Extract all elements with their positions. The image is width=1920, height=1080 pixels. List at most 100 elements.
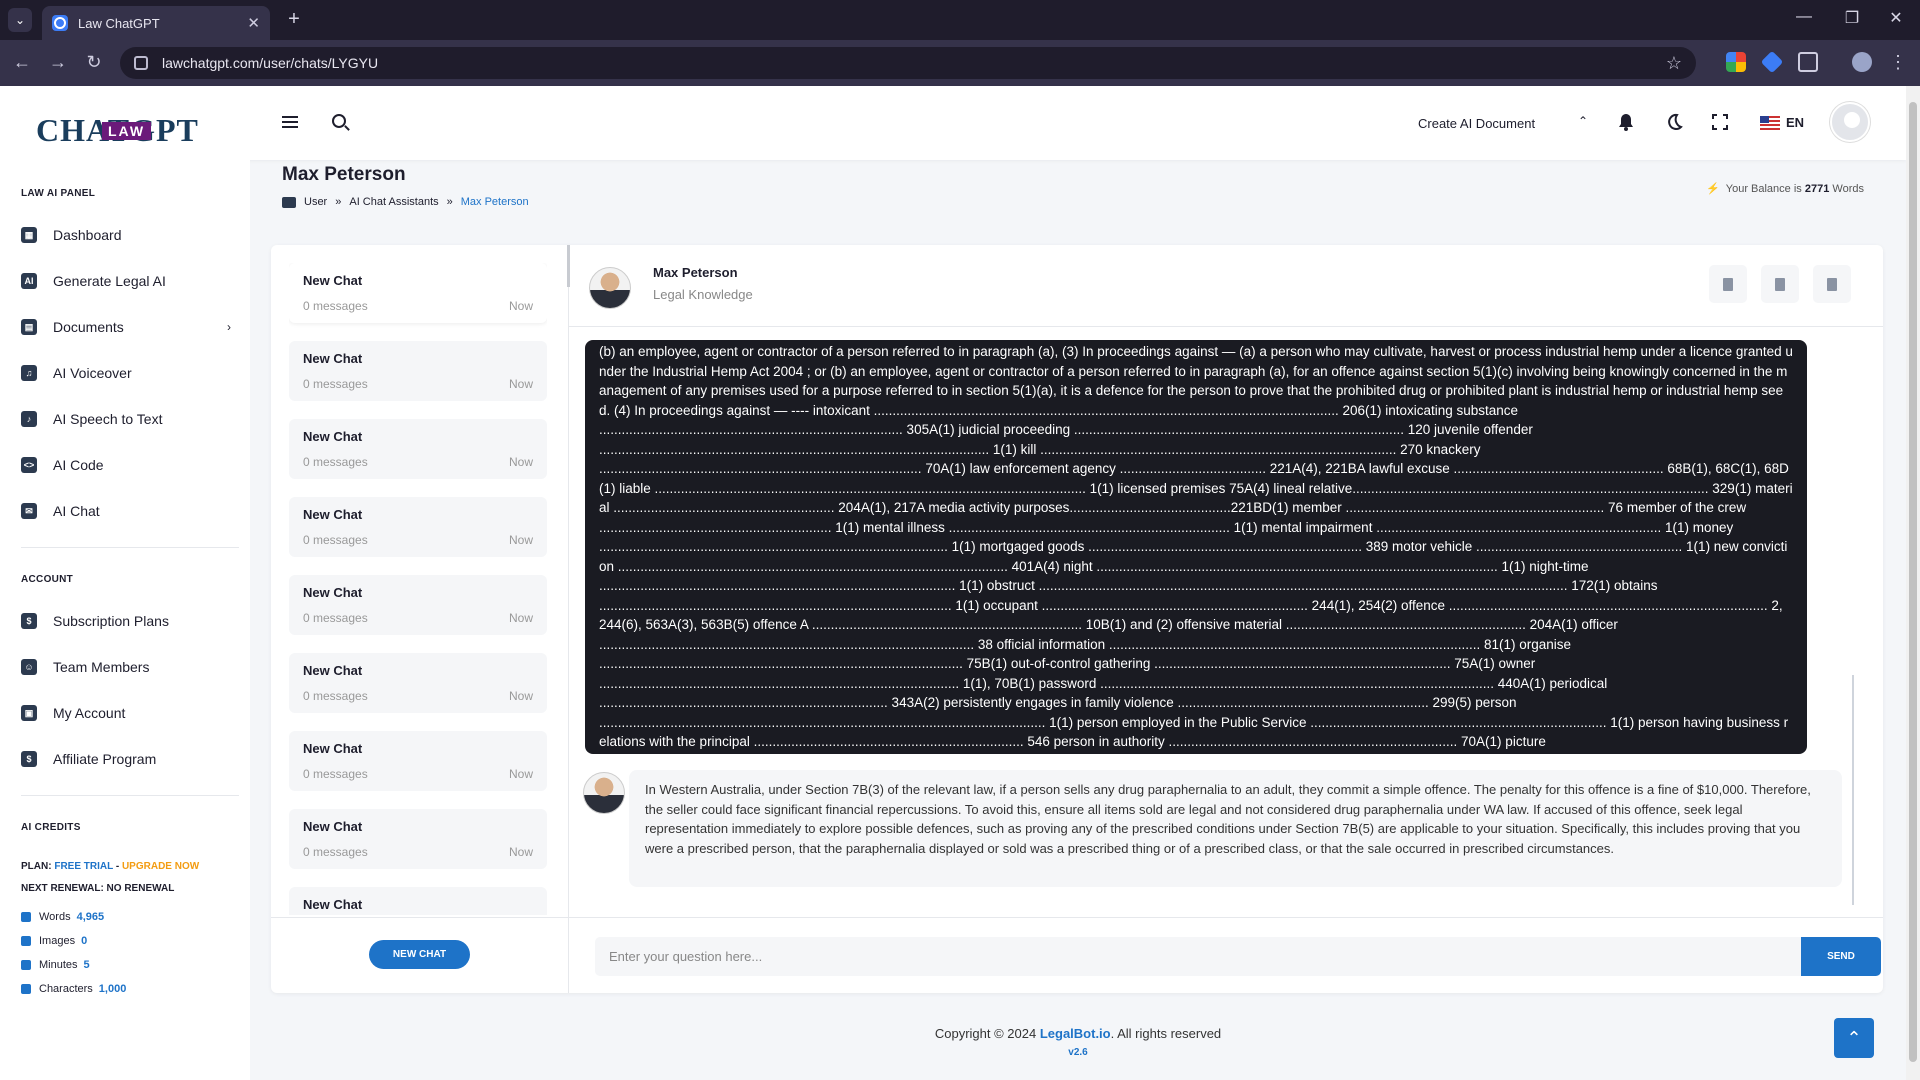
folder-icon: ▤ (21, 319, 37, 335)
back-button[interactable]: ← (10, 52, 34, 73)
address-bar[interactable]: lawchatgpt.com/user/chats/LYGYU ☆ (120, 47, 1696, 79)
chat-list-item[interactable]: New Chat 0 messages Now (289, 263, 547, 323)
export-txt-icon[interactable] (1813, 265, 1851, 303)
browser-toolbar: ← → ↻ lawchatgpt.com/user/chats/LYGYU ☆ … (0, 40, 1920, 86)
create-ai-document-link[interactable]: Create AI Document (1418, 116, 1535, 131)
extension-shield-icon[interactable] (1760, 50, 1784, 74)
breadcrumb-user[interactable]: User (304, 196, 327, 208)
new-tab-button[interactable]: + (282, 8, 306, 31)
chevron-up-icon[interactable]: ⌃ (1578, 114, 1588, 128)
bookmark-star-icon[interactable]: ☆ (1666, 53, 1682, 74)
upgrade-now-link[interactable]: UPGRADE NOW (122, 861, 199, 872)
chat-list-panel: New Chat 0 messages Now New Chat 0 messa… (271, 245, 570, 993)
chat-card: New Chat 0 messages Now New Chat 0 messa… (271, 245, 1883, 993)
sidebar-item-label: Team Members (53, 659, 150, 675)
fullscreen-icon[interactable] (1710, 112, 1730, 132)
assistant-name: Max Peterson (653, 265, 738, 280)
site-info-icon[interactable] (134, 56, 148, 70)
restore-button[interactable]: ❐ (1832, 8, 1872, 28)
sidebar-item-affiliate-program[interactable]: $ Affiliate Program (21, 744, 241, 774)
extensions-puzzle-icon[interactable] (1798, 52, 1818, 72)
assistant-message-bubble: In Western Australia, under Section 7B(3… (629, 770, 1842, 887)
close-window-button[interactable]: ✕ (1876, 8, 1916, 28)
extension-icon[interactable] (1726, 52, 1746, 72)
profile-avatar-icon[interactable] (1852, 52, 1872, 72)
tab-close-icon[interactable]: ✕ (247, 14, 260, 32)
brand-link[interactable]: LegalBot.io (1040, 1026, 1111, 1041)
chat-list-item[interactable]: New Chat (289, 887, 547, 915)
export-pdf-icon[interactable] (1761, 265, 1799, 303)
credit-minutes: Minutes 5 (21, 959, 90, 971)
chat-list[interactable]: New Chat 0 messages Now New Chat 0 messa… (289, 263, 547, 915)
bolt-icon: ⚡ (1706, 183, 1720, 195)
sidebar-item-label: AI Code (53, 457, 104, 473)
breadcrumb-current: Max Peterson (460, 196, 529, 208)
send-button[interactable]: SEND (1801, 937, 1881, 976)
logo-badge: LAW (102, 122, 152, 140)
scroll-to-top-button[interactable]: ⌃ (1834, 1018, 1874, 1058)
logo[interactable]: CHATGPT LAW (36, 112, 199, 149)
breadcrumb-ai-chat-assistants[interactable]: AI Chat Assistants (349, 196, 438, 208)
new-chat-button[interactable]: NEW CHAT (369, 940, 470, 969)
sidebar-item-ai-chat[interactable]: ✉ AI Chat (21, 496, 241, 526)
menu-toggle-icon[interactable] (282, 116, 298, 130)
sidebar-item-my-account[interactable]: ▣ My Account (21, 698, 241, 728)
version-label: v2.6 (1068, 1047, 1088, 1058)
credit-words: Words 4,965 (21, 911, 104, 923)
section-title-credits: AI CREDITS (21, 822, 81, 833)
reload-button[interactable]: ↻ (82, 52, 106, 73)
chat-list-item[interactable]: New Chat 0 messages Now (289, 809, 547, 869)
chat-list-item[interactable]: New Chat 0 messages Now (289, 731, 547, 791)
plan-value: FREE TRIAL (54, 861, 114, 872)
conversation-scrollbar[interactable] (1852, 675, 1854, 905)
words-icon (21, 912, 31, 922)
export-word-icon[interactable] (1709, 265, 1747, 303)
search-icon[interactable] (332, 114, 346, 128)
chat-list-item[interactable]: New Chat 0 messages Now (289, 575, 547, 635)
sidebar-item-documents[interactable]: ▤ Documents › (21, 312, 241, 342)
chat-icon: ✉ (21, 503, 37, 519)
app-header: CHATGPT LAW Create AI Document ⌃ EN (0, 86, 1906, 160)
user-message-bubble: (b) an employee, agent or contractor of … (585, 340, 1807, 754)
tab-list-button[interactable]: ⌄ (8, 8, 32, 32)
forward-button[interactable]: → (46, 52, 70, 73)
sidebar-item-dashboard[interactable]: ▦ Dashboard (21, 220, 241, 250)
sidebar-item-ai-speech-to-text[interactable]: ♪ AI Speech to Text (21, 404, 241, 434)
language-selector[interactable]: EN (1786, 115, 1804, 130)
section-title-panel: LAW AI PANEL (21, 188, 96, 199)
page-scrollbar[interactable] (1906, 86, 1920, 1080)
minimize-button[interactable]: — (1784, 8, 1824, 26)
favicon-icon (52, 15, 68, 31)
us-flag-icon[interactable] (1760, 116, 1780, 130)
sidebar-item-ai-voiceover[interactable]: ♫ AI Voiceover (21, 358, 241, 388)
sidebar-item-label: AI Voiceover (53, 365, 132, 381)
sidebar-item-team-members[interactable]: ☺ Team Members (21, 652, 241, 682)
balance-info: ⚡ Your Balance is 2771 Words (1706, 183, 1864, 195)
sidebar-item-generate-legal-ai[interactable]: AI Generate Legal AI (21, 266, 241, 296)
balance-value: 2771 (1804, 183, 1830, 195)
sidebar-item-label: Generate Legal AI (53, 273, 166, 289)
browser-tab-bar: ⌄ Law ChatGPT ✕ + — ❐ ✕ (0, 0, 1920, 40)
sidebar-item-label: AI Speech to Text (53, 411, 163, 427)
sidebar-item-subscription-plans[interactable]: $ Subscription Plans (21, 606, 241, 636)
chat-list-item[interactable]: New Chat 0 messages Now (289, 341, 547, 401)
browser-tab[interactable]: Law ChatGPT ✕ (42, 6, 270, 40)
sidebar-item-ai-code[interactable]: <> AI Code (21, 450, 241, 480)
browser-menu-icon[interactable]: ⋮ (1886, 52, 1910, 73)
waveform-icon: ♫ (21, 365, 37, 381)
footer-copyright: Copyright © 2024 LegalBot.io. All rights… (934, 1026, 1222, 1041)
tab-title: Law ChatGPT (78, 15, 160, 31)
sidebar-item-label: Documents (53, 319, 124, 335)
user-avatar[interactable] (1830, 102, 1870, 142)
chat-list-item[interactable]: New Chat 0 messages Now (289, 653, 547, 713)
conversation-header: Max Peterson Legal Knowledge (569, 245, 1883, 327)
plan-info: PLAN: FREE TRIAL - UPGRADE NOW (21, 861, 200, 872)
sidebar: LAW AI PANEL ▦ Dashboard AI Generate Leg… (0, 160, 250, 1080)
dark-mode-icon[interactable] (1664, 112, 1684, 132)
divider (21, 795, 239, 796)
question-input[interactable] (595, 937, 1803, 976)
chat-list-item[interactable]: New Chat 0 messages Now (289, 497, 547, 557)
chat-list-item[interactable]: New Chat 0 messages Now (289, 419, 547, 479)
sidebar-item-label: AI Chat (53, 503, 100, 519)
notification-bell-icon[interactable] (1616, 112, 1636, 132)
